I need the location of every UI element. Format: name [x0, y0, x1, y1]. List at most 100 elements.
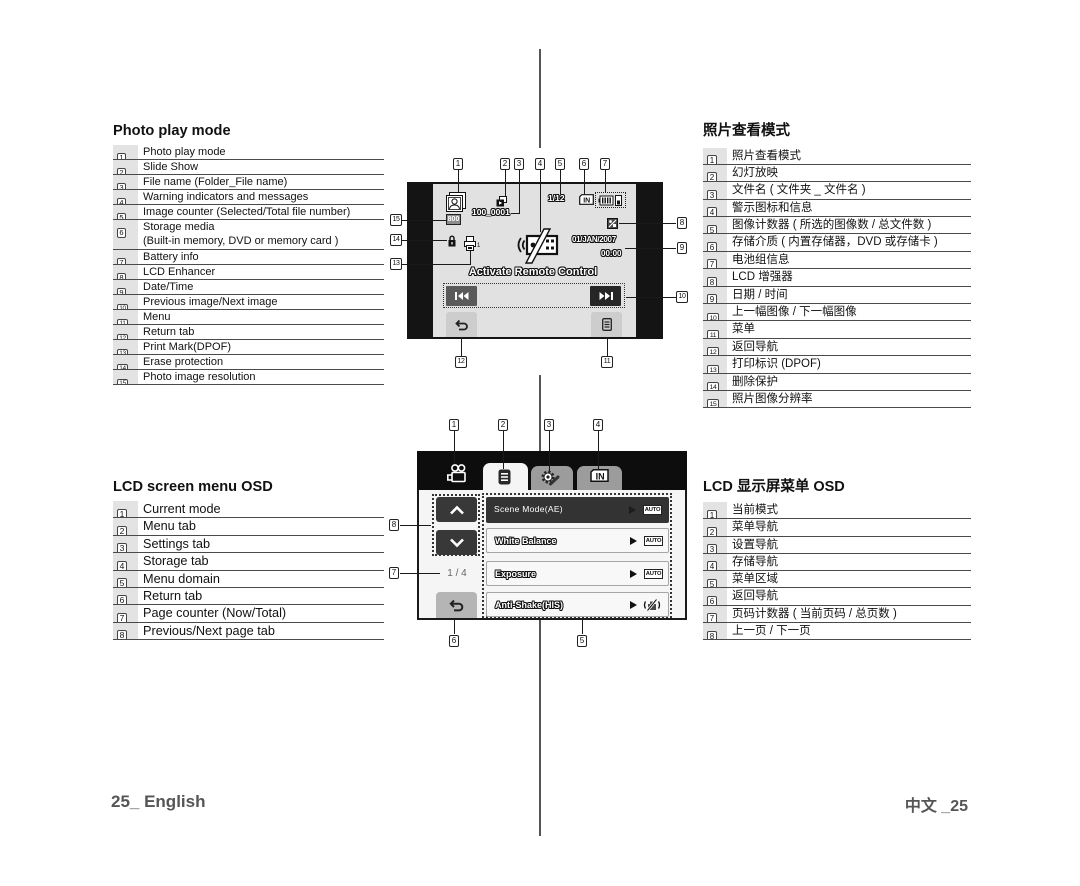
page-divider — [539, 49, 541, 148]
callout-line — [607, 337, 608, 356]
item-description: Return tab — [138, 325, 194, 339]
item-number-cell: 1 — [703, 502, 727, 519]
item-description: Previous/Next page tab — [138, 623, 275, 639]
item-number-cell: 9 — [113, 280, 138, 294]
item-text-line: 警示图标和信息 — [732, 201, 813, 214]
list-item: 10 Previous image/Next image — [113, 295, 384, 310]
list-item: 9 日期 / 时间 — [703, 286, 971, 305]
item-description: Previous image/Next image — [138, 295, 278, 309]
list-item: 4 Storage tab — [113, 553, 384, 571]
callout-line — [400, 525, 431, 526]
item-description: 日期 / 时间 — [727, 287, 788, 303]
item-number-cell: 2 — [703, 519, 727, 536]
list-item: 2 菜单导航 — [703, 519, 971, 537]
list-item: 4 警示图标和信息 — [703, 199, 971, 218]
item-number: 5 — [707, 224, 717, 234]
item-text-line: 幻灯放映 — [732, 166, 778, 179]
item-number-cell: 3 — [703, 536, 727, 553]
item-number-cell: 10 — [113, 295, 138, 309]
menu-item-value: AUTO — [643, 505, 662, 515]
item-description: 照片图像分辨率 — [727, 391, 813, 407]
callout-1: 1 — [453, 158, 463, 170]
callout-8: 8 — [677, 217, 687, 229]
list-item: 12 返回导航 — [703, 338, 971, 357]
item-text-line: 日期 / 时间 — [732, 288, 788, 301]
item-description: Settings tab — [138, 536, 210, 552]
list-item: 6 Storage media (Built-in memory, DVD or m… — [113, 220, 384, 250]
item-number-cell: 8 — [113, 622, 138, 640]
list-item: 6 Return tab — [113, 587, 384, 606]
list-item: 2 Slide Show — [113, 160, 384, 175]
item-number: 2 — [117, 525, 127, 535]
item-number-cell: 2 — [113, 518, 138, 535]
item-number-cell: 13 — [703, 356, 727, 373]
item-number-cell: 2 — [703, 164, 727, 182]
item-description: Current mode — [138, 501, 221, 517]
image-counter: 1/12 — [548, 193, 565, 203]
item-number-cell: 3 — [703, 182, 727, 199]
item-text-line: Warning indicators and messages — [143, 191, 309, 203]
callout-line — [461, 337, 462, 356]
item-description: 返回导航 — [727, 339, 778, 355]
next-page-button — [436, 530, 477, 555]
item-description: Photo play mode — [138, 145, 226, 159]
item-description: 图像计数器 ( 所选的图像数 / 总文件数 ) — [727, 217, 931, 233]
item-text-line: Image counter (Selected/Total file numbe… — [143, 206, 351, 218]
item-number-cell: 1 — [703, 147, 727, 164]
callout-line — [519, 170, 520, 214]
callout-6: 6 — [579, 158, 589, 170]
item-number-cell: 7 — [113, 605, 138, 622]
item-text-line: Menu tab — [143, 519, 196, 534]
menu-item-label: White Balance — [495, 536, 557, 546]
callout-line — [598, 431, 599, 469]
item-text-line: Settings tab — [143, 536, 211, 551]
item-description: Menu tab — [138, 518, 196, 534]
item-number: 7 — [707, 613, 717, 623]
item-number-cell: 6 — [113, 587, 138, 605]
file-name: 100_0001 — [472, 207, 510, 217]
item-description: Warning indicators and messages — [138, 190, 308, 204]
item-text-line: 存储介质 ( 内置存储器，DVD 或存储卡 ) — [732, 236, 938, 249]
callout-line — [626, 297, 676, 298]
section-title-lcd-menu-osd-zh: LCD 显示屏菜单 OSD — [703, 479, 845, 495]
item-text-line: 文件名 ( 文件夹 _ 文件名 ) — [732, 184, 866, 197]
item-text-line: Return tab — [143, 326, 195, 338]
list-item: 1 Current mode — [113, 501, 384, 519]
item-text-line: 返回导航 — [732, 340, 778, 353]
print-count: 1 — [477, 243, 481, 249]
item-number-cell: 11 — [703, 321, 727, 338]
list-item: 3 设置导航 — [703, 536, 971, 554]
item-number-cell: 8 — [113, 265, 138, 279]
menu-item-anti-shake: Anti-Shake(HIS) — [486, 592, 669, 617]
item-number-cell: 5 — [703, 571, 727, 588]
list-item: 11 Menu — [113, 310, 384, 325]
item-number: 11 — [707, 329, 719, 338]
menu-item-value: AUTO — [644, 536, 663, 546]
list-item: 1 照片查看模式 — [703, 147, 971, 165]
item-number-cell: 4 — [703, 199, 727, 217]
submenu-arrow-icon — [629, 505, 636, 514]
page-number-english: 25_ English — [111, 792, 206, 811]
item-number: 4 — [707, 561, 717, 571]
item-description: 存储导航 — [727, 554, 778, 570]
list-item: 5 Image counter (Selected/Total file numb… — [113, 205, 384, 220]
item-text-line: Print Mark(DPOF) — [143, 341, 231, 353]
printer-icon — [464, 236, 476, 251]
next-image-icon — [599, 292, 613, 300]
item-text-line: 上一页 / 下一页 — [732, 625, 811, 638]
section-title-photo-play-mode: Photo play mode — [113, 123, 231, 139]
item-text-line: (Built-in memory, DVD or memory card ) — [143, 235, 339, 247]
item-text-line: Battery info — [143, 251, 199, 263]
callout-5: 5 — [555, 158, 565, 170]
item-description: Menu — [138, 310, 171, 324]
item-description: Print Mark(DPOF) — [138, 340, 231, 354]
item-description: 文件名 ( 文件夹 _ 文件名 ) — [727, 182, 866, 198]
item-number-cell: 7 — [703, 251, 727, 269]
callout-7: 7 — [600, 158, 610, 170]
photo-play-mode-icon — [446, 192, 466, 212]
callout-11: 11 — [601, 356, 613, 368]
callout-line — [560, 170, 561, 194]
item-number: 5 — [707, 578, 717, 588]
item-text-line: Photo play mode — [143, 146, 226, 158]
item-number: 3 — [117, 183, 126, 189]
